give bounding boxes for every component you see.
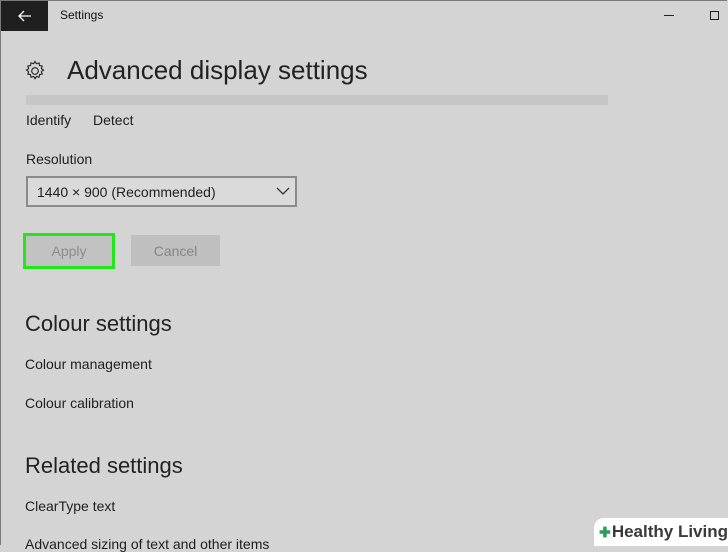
apply-button-label: Apply — [51, 243, 87, 259]
gear-icon — [25, 60, 45, 80]
colour-calibration-link[interactable]: Colour calibration — [25, 395, 134, 411]
related-settings-heading: Related settings — [25, 453, 183, 478]
maximize-icon[interactable] — [710, 11, 719, 20]
apply-button[interactable]: Apply — [23, 233, 115, 269]
resolution-dropdown[interactable]: 1440 × 900 (Recommended) — [26, 176, 297, 207]
minimize-icon[interactable] — [664, 15, 674, 16]
monitor-preview-bar — [26, 95, 608, 105]
page-title: Advanced display settings — [67, 55, 368, 85]
title-bar: Settings — [0, 0, 728, 32]
colour-management-link[interactable]: Colour management — [25, 356, 152, 372]
advanced-sizing-link[interactable]: Advanced sizing of text and other items — [25, 536, 269, 552]
cleartype-text-link[interactable]: ClearType text — [25, 498, 115, 514]
cancel-button[interactable]: Cancel — [131, 235, 220, 266]
medical-cross-icon — [599, 526, 611, 538]
window-title: Settings — [60, 8, 104, 22]
chevron-down-icon — [276, 187, 290, 195]
detect-link[interactable]: Detect — [93, 112, 133, 128]
colour-settings-heading: Colour settings — [25, 311, 172, 336]
back-button[interactable] — [1, 1, 48, 31]
resolution-value: 1440 × 900 (Recommended) — [37, 184, 216, 200]
watermark-logo: Healthy Living — [594, 518, 728, 546]
resolution-label: Resolution — [26, 151, 93, 167]
watermark-text: Healthy Living — [611, 522, 728, 541]
identify-link[interactable]: Identify — [26, 112, 71, 128]
back-arrow-icon — [17, 10, 31, 22]
